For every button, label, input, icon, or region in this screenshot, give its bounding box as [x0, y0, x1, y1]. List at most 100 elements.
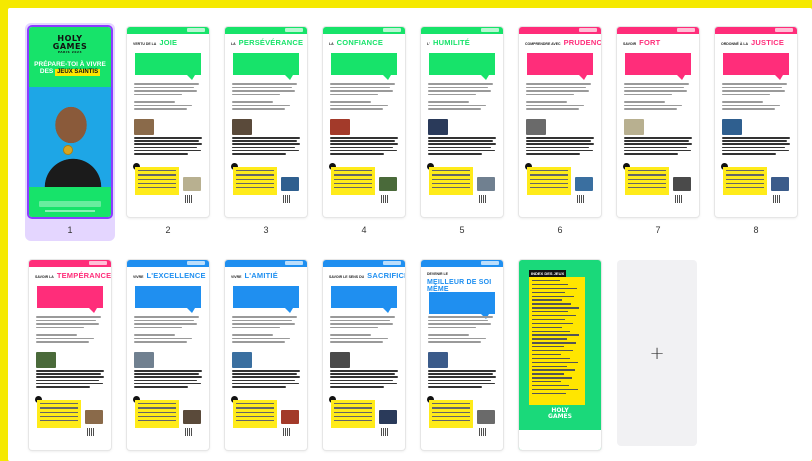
text-lines — [330, 101, 398, 112]
page-number: 6 — [557, 225, 563, 235]
quote-bubble — [723, 53, 789, 80]
athlete-photo — [29, 87, 111, 187]
virtue-title: VIVRE L'AMITIÉ — [231, 272, 303, 282]
page-preview[interactable]: SAVOIR LA TEMPÉRANCE — [29, 260, 111, 450]
header-bar — [617, 27, 699, 34]
text-lines — [36, 370, 104, 389]
page-thumbnail-9[interactable]: SAVOIR LA TEMPÉRANCE — [29, 260, 119, 458]
text-lines — [232, 83, 300, 97]
qr-code-icon — [87, 428, 95, 436]
activity-box — [625, 167, 669, 195]
holy-games-logo — [747, 203, 765, 211]
page-thumbnail-2[interactable]: VERTU DE LA JOIE 2 — [127, 27, 217, 235]
page-thumbnail-14[interactable]: INDEX DES JEUX HOLY GAMES — [519, 260, 609, 458]
add-page-button[interactable]: + — [617, 260, 697, 446]
header-bar — [421, 260, 503, 267]
page-thumbnail-4[interactable]: LA CONFIANCE 4 — [323, 27, 413, 235]
virtue-prefix: VIVRE — [133, 275, 144, 279]
header-bar — [323, 260, 405, 267]
page-preview[interactable]: ORDONNÉ À LA JUSTICE — [715, 27, 797, 217]
activity-box — [331, 400, 375, 428]
qr-code-icon — [675, 195, 683, 203]
qr-code-icon — [283, 195, 291, 203]
virtue-name: JOIE — [159, 38, 178, 47]
header-tag — [187, 28, 205, 32]
holy-games-logo — [159, 203, 177, 211]
qr-code-icon — [577, 195, 585, 203]
virtue-title: SAVOIR LE SENS DUSACRIFICE — [329, 272, 405, 282]
activity-photo — [281, 410, 299, 424]
virtue-title: VIVRE L'EXCELLENCE — [133, 272, 206, 282]
page-thumbnail-10[interactable]: VIVRE L'EXCELLENCE — [127, 260, 217, 458]
holy-games-logo — [649, 203, 667, 211]
page-thumbnail-8[interactable]: ORDONNÉ À LA JUSTICE 8 — [715, 27, 805, 235]
page-preview[interactable]: SAVOIR LE SENS DUSACRIFICE — [323, 260, 405, 450]
virtue-title: SAVOIR LA TEMPÉRANCE — [35, 272, 111, 282]
text-lines — [330, 83, 398, 97]
page-number: 2 — [165, 225, 171, 235]
text-lines — [526, 83, 594, 97]
activity-box — [429, 400, 473, 428]
page-number: 3 — [263, 225, 269, 235]
header-bar — [127, 260, 209, 267]
page-preview[interactable]: VERTU DE LA JOIE — [127, 27, 209, 217]
activity-box — [233, 400, 277, 428]
add-page-tile[interactable]: + — [617, 260, 707, 446]
page-thumbnail-3[interactable]: LA PERSÉVÉRANCE 3 — [225, 27, 315, 235]
virtue-prefix: SAVOIR LE SENS DU — [329, 275, 365, 279]
text-lines — [526, 101, 594, 112]
virtue-prefix: VIVRE — [231, 275, 242, 279]
virtue-title: LA CONFIANCE — [329, 39, 401, 49]
page-preview[interactable]: COMPRENDRE AVECPRUDENCE — [519, 27, 601, 217]
quote-bubble — [135, 286, 201, 313]
page-number: 4 — [361, 225, 367, 235]
page-preview[interactable]: LA CONFIANCE — [323, 27, 405, 217]
activity-photo — [673, 177, 691, 191]
page-thumbnail-6[interactable]: COMPRENDRE AVECPRUDENCE 6 — [519, 27, 609, 235]
cover-footer — [39, 201, 101, 207]
illustration-photo — [232, 119, 252, 135]
header-bar — [225, 260, 307, 267]
text-lines — [722, 83, 790, 97]
virtue-name: PERSÉVÉRANCE — [238, 38, 304, 47]
activity-photo — [379, 410, 397, 424]
page-number: 7 — [655, 225, 661, 235]
page-thumbnail-13[interactable]: DEVENIR LE MEILLEUR DE SOI MÊME — [421, 260, 511, 458]
header-tag — [481, 261, 499, 265]
qr-code-icon — [479, 195, 487, 203]
page-preview[interactable]: LA PERSÉVÉRANCE — [225, 27, 307, 217]
virtue-prefix: SAVOIR LA — [35, 275, 54, 279]
quote-bubble — [625, 53, 691, 80]
page-preview[interactable]: INDEX DES JEUX HOLY GAMES — [519, 260, 601, 450]
activity-photo — [281, 177, 299, 191]
header-bar — [29, 260, 111, 267]
page-preview[interactable]: SAVOIR FORT — [617, 27, 699, 217]
page-number: 5 — [459, 225, 465, 235]
activity-photo — [477, 177, 495, 191]
holy-games-logo — [453, 203, 471, 211]
activity-box — [135, 167, 179, 195]
page-preview[interactable]: L' HUMILITÉ — [421, 27, 503, 217]
page-preview[interactable]: VIVRE L'AMITIÉ — [225, 260, 307, 450]
page-thumbnail-7[interactable]: SAVOIR FORT 7 — [617, 27, 707, 235]
virtue-name: FORT — [639, 38, 661, 47]
page-thumbnail-1[interactable]: HOLY GAMES PARIS 2024 PRÉPARE-TOI À VIVRE DE… — [25, 23, 119, 241]
text-lines — [232, 316, 300, 330]
page-thumbnail-11[interactable]: VIVRE L'AMITIÉ — [225, 260, 315, 458]
text-lines — [232, 101, 300, 112]
page-preview[interactable]: VIVRE L'EXCELLENCE — [127, 260, 209, 450]
virtue-name: CONFIANCE — [336, 38, 384, 47]
illustration-photo — [428, 352, 448, 368]
page-thumbnail-12[interactable]: SAVOIR LE SENS DUSACRIFICE — [323, 260, 413, 458]
quote-bubble — [135, 53, 201, 80]
illustration-photo — [134, 352, 154, 368]
page-thumbnail-5[interactable]: L' HUMILITÉ 5 — [421, 27, 511, 235]
activity-box — [429, 167, 473, 195]
qr-code-icon — [381, 195, 389, 203]
header-tag — [285, 261, 303, 265]
page-preview[interactable]: DEVENIR LE MEILLEUR DE SOI MÊME — [421, 260, 503, 450]
activity-photo — [183, 177, 201, 191]
page-preview[interactable]: HOLY GAMES PARIS 2024 PRÉPARE-TOI À VIVRE DE… — [29, 27, 111, 217]
quote-bubble — [429, 292, 495, 319]
qr-code-icon — [381, 428, 389, 436]
